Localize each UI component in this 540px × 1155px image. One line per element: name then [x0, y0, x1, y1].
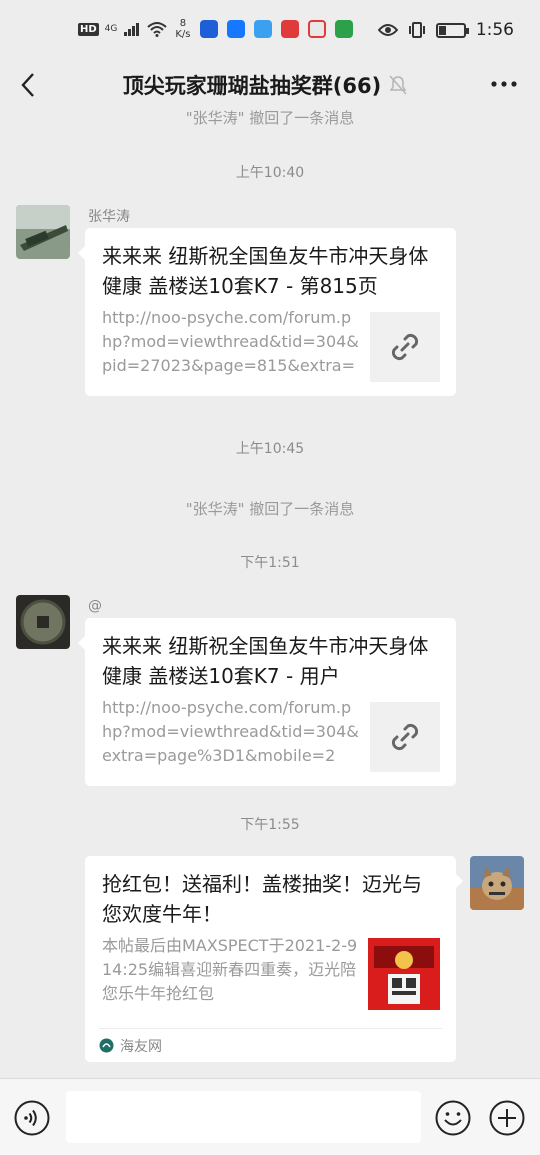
link-card[interactable]: 来来来 纽斯祝全国鱼友牛市冲天身体健康 盖楼送10套K7 - 用户 http:/…: [78, 618, 456, 786]
more-button[interactable]: [490, 72, 518, 102]
card-thumbnail: [370, 312, 440, 382]
app-notification-icon-2: [253, 20, 272, 38]
link-card[interactable]: 来来来 纽斯祝全国鱼友牛市冲天身体健康 盖楼送10套K7 - 第815页 htt…: [78, 228, 456, 396]
app-notification-icon-4: [307, 20, 326, 38]
article-card[interactable]: 抢红包！送福利！盖楼抽奖！迈光与您欢度牛年！ 本帖最后由MAXSPECT于202…: [85, 856, 463, 1062]
hd-badge: HD: [78, 22, 99, 36]
card-title: 抢红包！送福利！盖楼抽奖！迈光与您欢度牛年！: [102, 872, 422, 926]
message-time: 下午1:55: [240, 817, 300, 833]
message-time: 上午10:45: [235, 441, 305, 457]
source-logo-icon: [99, 1038, 114, 1053]
clock: 1:56: [475, 20, 514, 40]
source-name: 海友网: [120, 1038, 162, 1055]
eye-icon: [377, 24, 398, 36]
my-avatar[interactable]: [470, 856, 524, 910]
plus-icon: [489, 1100, 525, 1136]
network-label: 4G: [104, 24, 118, 34]
status-left: HD 4G 8 K/s: [78, 18, 353, 40]
message-time: 下午1:51: [240, 555, 300, 571]
status-bar: HD 4G 8 K/s 1:56: [0, 0, 540, 62]
card-title: 来来来 纽斯祝全国鱼友牛市冲天身体健康 盖楼送10套K7 - 第815页: [102, 244, 429, 298]
card-description: http://noo-psyche.com/forum.php?mod=view…: [102, 308, 359, 375]
card-source: 海友网: [99, 1028, 442, 1062]
mute-bell-icon: [389, 75, 407, 95]
input-bar: [0, 1078, 540, 1155]
avatar[interactable]: [16, 205, 70, 259]
app-notification-icon: [199, 20, 218, 38]
link-icon: [391, 723, 419, 751]
chat-area[interactable]: "张华涛" 撤回了一条消息 上午10:40 张华涛 来来来 纽斯祝全国鱼友牛市冲…: [0, 108, 540, 1078]
more-functions-button[interactable]: [489, 1100, 525, 1136]
vibrate-icon: [408, 22, 425, 38]
system-notice: "张华涛" 撤回了一条消息: [185, 500, 355, 518]
signal-icon: [124, 23, 140, 36]
chat-header: 顶尖玩家珊瑚盐抽奖群(66): [0, 62, 540, 108]
emoji-button[interactable]: [435, 1100, 471, 1136]
card-description: http://noo-psyche.com/forum.php?mod=view…: [102, 698, 359, 765]
alipay-notification-icon: [226, 20, 245, 38]
message-input[interactable]: [66, 1091, 421, 1143]
emoji-icon: [435, 1100, 471, 1136]
avatar[interactable]: [16, 595, 70, 649]
video-notification-icon: [334, 20, 353, 38]
speed-unit: K/s: [175, 29, 191, 40]
card-description: 本帖最后由MAXSPECT于2021-2-914:25编辑喜迎新春四重奏，迈光陪…: [102, 936, 358, 1003]
message-time: 上午10:40: [235, 165, 305, 181]
system-notice: "张华涛" 撤回了一条消息: [185, 109, 355, 127]
link-icon: [391, 333, 419, 361]
wifi-icon: [147, 22, 168, 37]
voice-button[interactable]: [14, 1100, 50, 1136]
card-thumbnail: [370, 702, 440, 772]
status-right: 1:56: [377, 20, 514, 40]
more-icon: [491, 81, 517, 87]
sender-name: @: [88, 598, 102, 614]
app-notification-icon-3: [280, 20, 299, 38]
card-thumbnail-image: [368, 938, 440, 1010]
network-speed: 8 K/s: [175, 18, 190, 40]
card-title: 来来来 纽斯祝全国鱼友牛市冲天身体健康 盖楼送10套K7 - 用户: [102, 634, 429, 688]
voice-icon: [14, 1100, 50, 1136]
sender-name: 张华涛: [88, 209, 130, 225]
chat-title-area: 顶尖玩家珊瑚盐抽奖群(66): [0, 70, 540, 100]
speed-value: 8: [179, 18, 187, 29]
chat-title: 顶尖玩家珊瑚盐抽奖群(66): [122, 74, 382, 98]
battery-icon: [435, 22, 469, 38]
